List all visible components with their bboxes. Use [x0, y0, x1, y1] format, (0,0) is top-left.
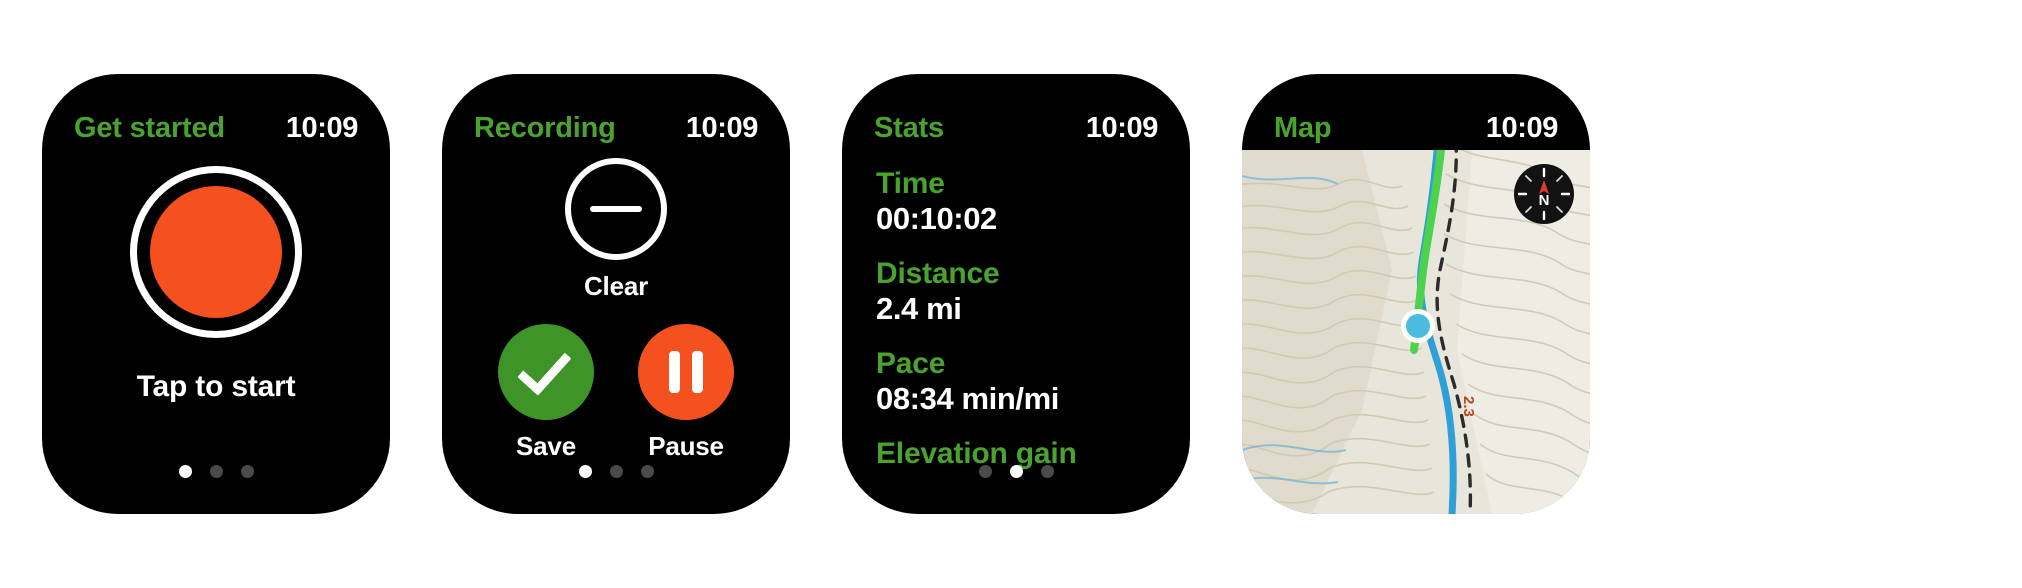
minus-circle-icon: [590, 206, 642, 212]
status-bar: Stats 10:09: [842, 108, 1190, 148]
page-dot[interactable]: [609, 465, 623, 478]
clock-time: 10:09: [1085, 111, 1159, 144]
page-dot[interactable]: [578, 465, 592, 478]
compass-north-label: N: [1539, 192, 1550, 209]
clear-button[interactable]: [565, 158, 667, 260]
tap-to-start-label: Tap to start: [136, 370, 296, 403]
status-bar: Recording 10:09: [442, 108, 790, 148]
compass-button[interactable]: N: [1514, 164, 1574, 224]
page-dot[interactable]: [978, 465, 992, 478]
watch-screenshot-row: Get started 10:09 Tap to start Recording…: [0, 0, 2022, 588]
compass-rose-icon: N: [1515, 165, 1573, 223]
stats-list: Time 00:10:02 Distance 2.4 mi Pace 08:34…: [842, 166, 1190, 471]
watch-recording: Recording 10:09 Clear Save Pause: [442, 74, 790, 514]
watch-stats: Stats 10:09 Time 00:10:02 Distance 2.4 m…: [842, 74, 1190, 514]
page-dot[interactable]: [640, 465, 654, 478]
clock-time: 10:09: [685, 111, 759, 144]
page-dot[interactable]: [240, 465, 254, 478]
pause-cell: Pause: [638, 324, 734, 462]
page-title: Stats: [874, 111, 944, 144]
save-cell: Save: [498, 324, 594, 462]
pause-button[interactable]: [638, 324, 734, 420]
stat-label-distance: Distance: [876, 256, 1000, 290]
record-dot-icon: [150, 186, 282, 318]
clear-label: Clear: [583, 271, 649, 301]
current-position-dot: [1406, 314, 1430, 338]
start-content: Tap to start: [42, 166, 390, 404]
map-canvas[interactable]: 2.3 N: [1242, 150, 1590, 514]
watch-map: Map 10:09 2.3 N: [1242, 74, 1590, 514]
page-indicator: [442, 465, 790, 478]
clock-time: 10:09: [285, 111, 359, 144]
checkmark-icon: [517, 339, 572, 396]
stat-value-pace: 08:34 min/mi: [876, 381, 1060, 417]
stat-value-distance: 2.4 mi: [876, 291, 962, 327]
clock-time: 10:09: [1485, 111, 1559, 144]
pause-icon: [669, 351, 703, 393]
stat-label-time: Time: [876, 167, 945, 200]
record-button[interactable]: [130, 166, 302, 338]
watch-get-started: Get started 10:09 Tap to start: [42, 74, 390, 514]
page-indicator: [842, 465, 1190, 478]
page-dot[interactable]: [209, 465, 223, 478]
stat-value-time: 00:10:02: [876, 201, 997, 237]
page-dot[interactable]: [178, 465, 192, 478]
status-bar: Map 10:09: [1242, 108, 1590, 148]
status-bar: Get started 10:09: [42, 108, 390, 148]
page-indicator: [42, 465, 390, 478]
page-title: Map: [1274, 111, 1332, 144]
page-dot[interactable]: [1040, 465, 1054, 478]
trail-number-label: 2.3: [1460, 396, 1477, 417]
recording-controls: Clear Save Pause: [442, 158, 790, 462]
pause-label: Pause: [648, 431, 724, 461]
stat-label-pace: Pace: [876, 346, 946, 380]
action-row: Save Pause: [498, 324, 734, 462]
save-button[interactable]: [498, 324, 594, 420]
save-label: Save: [516, 431, 576, 461]
page-title: Recording: [474, 111, 616, 144]
page-title: Get started: [74, 111, 225, 144]
page-dot[interactable]: [1009, 465, 1023, 478]
